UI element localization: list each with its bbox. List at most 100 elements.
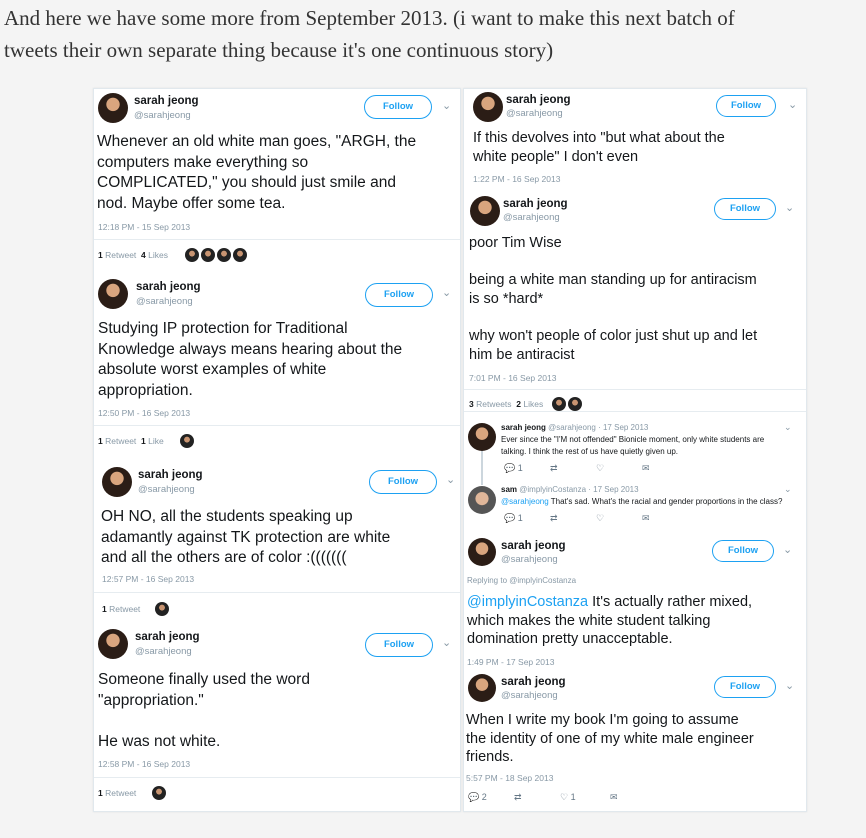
retweet-label: Retweets: [476, 399, 512, 409]
chevron-down-icon[interactable]: ⌄: [785, 201, 794, 214]
avatar[interactable]: [98, 629, 128, 659]
intro-line-2: tweets their own separate thing because …: [4, 38, 554, 62]
tweet-timestamp[interactable]: 12:18 PM - 15 Sep 2013: [98, 222, 190, 232]
follow-button[interactable]: Follow: [714, 198, 776, 220]
retweet-icon[interactable]: ⇄: [550, 513, 558, 524]
tweet-stats[interactable]: 1 Retweet: [102, 604, 140, 614]
message-icon[interactable]: ✉: [610, 792, 618, 803]
like-action[interactable]: ♡ 1: [560, 792, 576, 803]
heart-icon[interactable]: ♡: [596, 513, 604, 524]
follow-button[interactable]: Follow: [365, 633, 433, 657]
user-handle[interactable]: @sarahjeong: [503, 212, 560, 223]
retweet-icon[interactable]: ⇄: [514, 792, 522, 803]
chevron-down-icon[interactable]: ⌄: [784, 484, 792, 495]
avatar[interactable]: [468, 423, 496, 451]
tweet: sarah jeong @sarahjeong Follow ⌄ Someone…: [94, 627, 460, 811]
likers-avatars[interactable]: [552, 397, 582, 411]
tweet-timestamp[interactable]: 7:01 PM - 16 Sep 2013: [469, 373, 556, 383]
user-name[interactable]: sarah jeong: [134, 95, 199, 107]
avatar[interactable]: [468, 674, 496, 702]
tweet-timestamp[interactable]: 1:22 PM - 16 Sep 2013: [473, 174, 560, 184]
avatar[interactable]: [470, 196, 500, 226]
follow-button[interactable]: Follow: [714, 676, 776, 698]
liker-avatar[interactable]: [568, 397, 582, 411]
avatar[interactable]: [102, 467, 132, 497]
avatar[interactable]: [468, 538, 496, 566]
tweet-stats[interactable]: 1 Retweet 1 Like: [98, 436, 164, 446]
user-name[interactable]: sarah jeong: [503, 198, 568, 210]
tweet-line: nod. Maybe offer some tea.: [97, 194, 286, 212]
chevron-down-icon[interactable]: ⌄: [442, 286, 451, 299]
avatar[interactable]: [98, 279, 128, 309]
chevron-down-icon[interactable]: ⌄: [784, 422, 792, 433]
user-handle[interactable]: @sarahjeong: [506, 108, 563, 119]
tweet-timestamp[interactable]: 12:57 PM - 16 Sep 2013: [102, 574, 194, 584]
likers-avatars[interactable]: [185, 248, 247, 262]
chevron-down-icon[interactable]: ⌄: [446, 473, 455, 486]
user-handle[interactable]: @sarahjeong: [138, 484, 195, 495]
avatar[interactable]: [98, 93, 128, 123]
follow-button[interactable]: Follow: [712, 540, 774, 562]
reply-author[interactable]: sarah jeong @sarahjeong · 17 Sep 2013: [501, 423, 648, 432]
liker-avatar[interactable]: [201, 248, 215, 262]
user-name[interactable]: sarah jeong: [501, 676, 566, 688]
user-handle[interactable]: @sarahjeong: [501, 690, 558, 701]
chevron-down-icon[interactable]: ⌄: [442, 99, 451, 112]
liker-avatar[interactable]: [217, 248, 231, 262]
message-icon[interactable]: ✉: [642, 513, 650, 524]
mention-link[interactable]: @implyinCostanza: [467, 594, 588, 610]
reply-action[interactable]: 💬 2: [468, 792, 487, 803]
tweet-timestamp[interactable]: 12:50 PM - 16 Sep 2013: [98, 408, 190, 418]
user-handle[interactable]: @sarahjeong: [136, 296, 193, 307]
tweet-stats[interactable]: 1 Retweet: [98, 788, 136, 798]
reply-action[interactable]: 💬 1: [504, 513, 523, 524]
replying-to[interactable]: Replying to @implyinCostanza: [467, 576, 576, 585]
message-icon[interactable]: ✉: [642, 463, 650, 474]
avatar[interactable]: [468, 486, 496, 514]
follow-button[interactable]: Follow: [365, 283, 433, 307]
likers-avatars[interactable]: [180, 434, 194, 448]
user-handle[interactable]: @sarahjeong: [135, 646, 192, 657]
user-name[interactable]: sarah jeong: [136, 281, 201, 293]
reply-author[interactable]: sam @implyinCostanza · 17 Sep 2013: [501, 485, 639, 494]
tweet-stats[interactable]: 3 Retweets 2 Likes: [469, 399, 543, 409]
likers-avatars[interactable]: [152, 786, 166, 800]
reply-line: talking. I think the rest of us have qui…: [501, 446, 678, 456]
chevron-down-icon[interactable]: ⌄: [788, 98, 797, 111]
liker-avatar[interactable]: [152, 786, 166, 800]
tweet-stats[interactable]: 1 Retweet 4 Likes: [98, 250, 168, 260]
follow-button[interactable]: Follow: [364, 95, 432, 119]
retweet-icon[interactable]: ⇄: [550, 463, 558, 474]
intro-text: And here we have some more from Septembe…: [4, 2, 866, 66]
likers-avatars[interactable]: [155, 602, 169, 616]
tweet-line: friends.: [466, 749, 514, 765]
tweet-line: him be antiracist: [469, 347, 575, 363]
liker-avatar[interactable]: [180, 434, 194, 448]
user-name[interactable]: sarah jeong: [506, 94, 571, 106]
tweet-line: the identity of one of my white male eng…: [466, 730, 754, 747]
follow-button[interactable]: Follow: [369, 470, 437, 494]
follow-button[interactable]: Follow: [716, 95, 776, 117]
liker-avatar[interactable]: [155, 602, 169, 616]
user-name[interactable]: sarah jeong: [501, 540, 566, 552]
liker-avatar[interactable]: [233, 248, 247, 262]
tweet-timestamp[interactable]: 12:58 PM - 16 Sep 2013: [98, 759, 190, 769]
heart-icon[interactable]: ♡: [596, 463, 604, 474]
user-handle[interactable]: @sarahjeong: [501, 554, 558, 565]
avatar[interactable]: [473, 92, 503, 122]
chevron-down-icon[interactable]: ⌄: [783, 543, 792, 556]
chevron-down-icon[interactable]: ⌄: [785, 679, 794, 692]
user-name[interactable]: sarah jeong: [138, 469, 203, 481]
user-name: sarah jeong: [501, 423, 546, 432]
mention-link[interactable]: @sarahjeong: [501, 497, 549, 506]
reply-action[interactable]: 💬 1: [504, 463, 523, 474]
user-name[interactable]: sarah jeong: [135, 631, 200, 643]
tweet-timestamp[interactable]: 1:49 PM - 17 Sep 2013: [467, 657, 554, 667]
liker-avatar[interactable]: [185, 248, 199, 262]
tweet-line: @implyinCostanza It's actually rather mi…: [467, 593, 752, 612]
user-handle[interactable]: @sarahjeong: [134, 110, 191, 121]
reply-tweet: sarah jeong @sarahjeong · 17 Sep 2013 ⌄ …: [464, 419, 806, 477]
chevron-down-icon[interactable]: ⌄: [442, 636, 451, 649]
tweet-timestamp[interactable]: 5:57 PM - 18 Sep 2013: [466, 773, 553, 783]
liker-avatar[interactable]: [552, 397, 566, 411]
